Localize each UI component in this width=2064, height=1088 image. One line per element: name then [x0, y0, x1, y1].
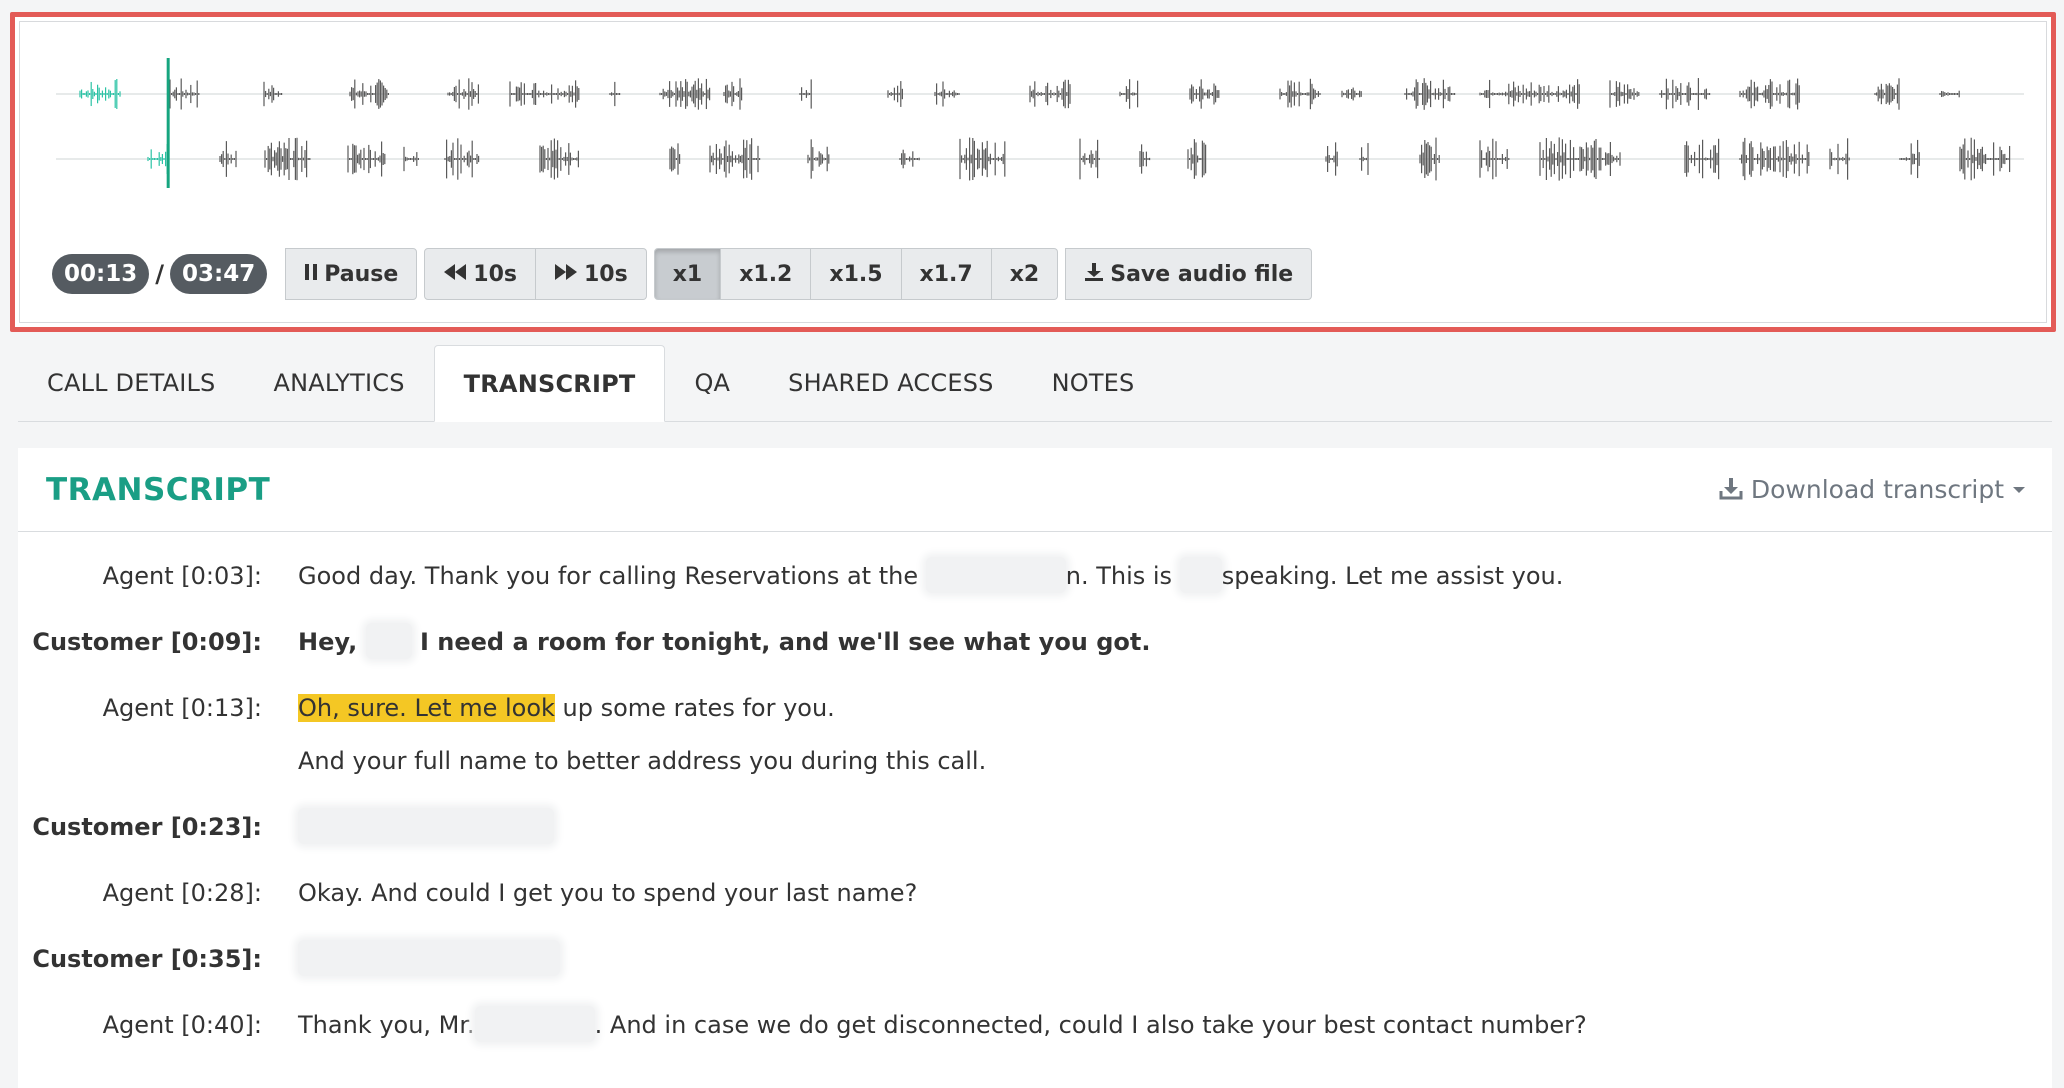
pause-group: Pause [285, 248, 418, 300]
audio-player-panel: 00:13 / 03:47 Pause 10s 10s x1 x1.2 x1.5… [10, 12, 2056, 332]
pause-label: Pause [324, 261, 399, 287]
rewind-10s-button[interactable]: 10s [424, 248, 536, 300]
speed-group: x1 x1.2 x1.5 x1.7 x2 [653, 248, 1059, 300]
tab-bar: CALL DETAILS ANALYTICS TRANSCRIPT QA SHA… [18, 345, 2052, 422]
speed-button-x1[interactable]: x1 [653, 248, 722, 300]
utterance-text[interactable]: Oh, sure. Let me look up some rates for … [298, 686, 986, 783]
speed-button-x2[interactable]: x2 [991, 248, 1059, 300]
utterance-segment: Good day. Thank you for calling Reservat… [298, 562, 926, 590]
speaker-label: Agent [0:40]: [102, 1011, 262, 1039]
speaker-label: Agent [0:03]: [102, 562, 262, 590]
download-transcript-dropdown[interactable]: Download transcript [1719, 475, 2026, 504]
utterance-segment: . And in case we do get disconnected, co… [594, 1011, 1587, 1039]
utterance-text[interactable]: Hey, I need a room for tonight, and we'l… [298, 620, 1151, 664]
speaker-label: Customer [0:35]: [32, 945, 262, 973]
tab-qa[interactable]: QA [665, 345, 759, 421]
transcript-row: Agent [0:40]: Thank you, Mr. . And in cas… [18, 1003, 2052, 1047]
save-audio-button[interactable]: Save audio file [1065, 248, 1313, 300]
waveform[interactable] [20, 22, 2040, 222]
transcript-row: Customer [0:23]: [18, 805, 2052, 849]
pause-button[interactable]: Pause [285, 248, 418, 300]
tab-notes[interactable]: NOTES [1023, 345, 1164, 421]
time-separator: / [155, 260, 164, 288]
redacted-text [474, 1006, 595, 1042]
tab-call-details[interactable]: CALL DETAILS [18, 345, 245, 421]
speed-button-x1-5[interactable]: x1.5 [811, 248, 902, 300]
pause-icon [304, 263, 318, 285]
utterance-segment: I need a room for tonight, and we'll see… [411, 628, 1151, 656]
transcript-header: TRANSCRIPT Download transcript [18, 448, 2052, 532]
transcript-panel: TRANSCRIPT Download transcript Agent [0:… [18, 448, 2052, 1088]
redacted-text [298, 940, 560, 976]
redacted-text [925, 557, 1066, 593]
utterance-segment: Thank you, Mr. [298, 1011, 475, 1039]
transcript-row: Agent [0:03]: Good day. Thank you for ca… [18, 554, 2052, 598]
tab-analytics[interactable]: ANALYTICS [245, 345, 434, 421]
current-word-highlight: Oh, sure. Let me look [298, 694, 555, 722]
total-time: 03:47 [169, 254, 268, 294]
transcript-title: TRANSCRIPT [46, 471, 271, 508]
utterance-text[interactable]: Okay. And could I get you to spend your … [298, 871, 917, 915]
speed-button-x1-7[interactable]: x1.7 [901, 248, 992, 300]
forward-label: 10s [583, 261, 628, 287]
tab-transcript[interactable]: TRANSCRIPT [433, 345, 666, 422]
backward-icon [443, 263, 467, 285]
caret-down-icon [2012, 481, 2026, 499]
speed-button-x1-2[interactable]: x1.2 [721, 248, 812, 300]
utterance-line: And your full name to better address you… [298, 747, 987, 775]
transcript-rows: Agent [0:03]: Good day. Thank you for ca… [18, 532, 2052, 1047]
speaker-label: Agent [0:28]: [102, 879, 262, 907]
speaker-label: Agent [0:13]: [102, 694, 262, 722]
audio-player: 00:13 / 03:47 Pause 10s 10s x1 x1.2 x1.5… [19, 21, 2047, 323]
transcript-row: Agent [0:28]: Okay. And could I get you … [18, 871, 2052, 915]
current-time: 00:13 [52, 254, 150, 294]
utterance-text[interactable] [298, 805, 554, 849]
seek-group: 10s 10s [424, 248, 647, 300]
transcript-row: Customer [0:09]: Hey, I need a room for … [18, 620, 2052, 664]
player-controls: 00:13 / 03:47 Pause 10s 10s x1 x1.2 x1.5… [52, 248, 1313, 300]
forward-10s-button[interactable]: 10s [535, 248, 647, 300]
download-icon [1084, 262, 1104, 286]
redacted-text [298, 808, 554, 844]
download-transcript-label: Download transcript [1750, 475, 2004, 504]
utterance-segment: Okay. And could I get you to spend your … [298, 879, 918, 907]
download-icon [1719, 476, 1743, 504]
utterance-segment: speaking. Let me assist you. [1221, 562, 1564, 590]
save-audio-label: Save audio file [1110, 261, 1294, 287]
utterance-text[interactable] [298, 937, 560, 981]
speaker-label: Customer [0:23]: [32, 813, 262, 841]
utterance-segment: Hey, [298, 628, 366, 656]
utterance-segment: up some rates for you. [554, 694, 835, 722]
utterance-segment: n. This is [1065, 562, 1180, 590]
transcript-row: Customer [0:35]: [18, 937, 2052, 981]
redacted-text [365, 623, 412, 659]
tab-shared-access[interactable]: SHARED ACCESS [759, 345, 1022, 421]
rewind-label: 10s [473, 261, 517, 287]
save-group: Save audio file [1065, 248, 1313, 300]
utterance-text[interactable]: Thank you, Mr. . And in case we do get di… [298, 1003, 1587, 1047]
forward-icon [554, 263, 578, 285]
redacted-text [1179, 557, 1222, 593]
speaker-label: Customer [0:09]: [32, 628, 262, 656]
transcript-row: Agent [0:13]: Oh, sure. Let me look up s… [18, 686, 2052, 783]
utterance-text[interactable]: Good day. Thank you for calling Reservat… [298, 554, 1563, 598]
